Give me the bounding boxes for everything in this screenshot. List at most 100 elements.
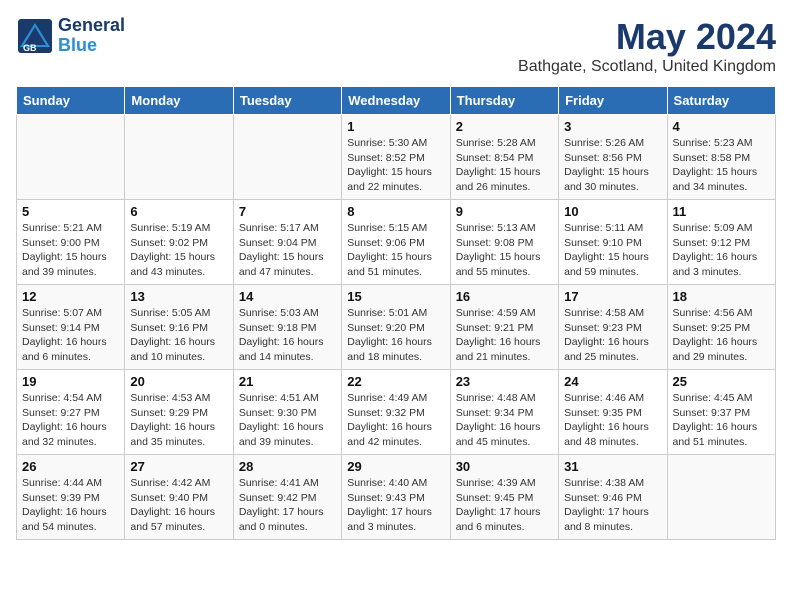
day-number: 19 <box>22 374 119 389</box>
calendar-cell <box>125 115 233 200</box>
day-info: Sunrise: 4:40 AM Sunset: 9:43 PM Dayligh… <box>347 476 444 535</box>
calendar-cell: 3Sunrise: 5:26 AM Sunset: 8:56 PM Daylig… <box>559 115 667 200</box>
day-info: Sunrise: 5:13 AM Sunset: 9:08 PM Dayligh… <box>456 221 553 280</box>
day-number: 31 <box>564 459 661 474</box>
day-info: Sunrise: 4:38 AM Sunset: 9:46 PM Dayligh… <box>564 476 661 535</box>
day-number: 29 <box>347 459 444 474</box>
calendar-cell: 1Sunrise: 5:30 AM Sunset: 8:52 PM Daylig… <box>342 115 450 200</box>
calendar-cell: 25 Sunrise: 4:45 AM Sunset: 9:37 PM Dayli… <box>667 370 775 455</box>
day-info: Sunrise: 5:09 AM Sunset: 9:12 PM Dayligh… <box>673 221 770 280</box>
header-day-sunday: Sunday <box>17 87 125 115</box>
day-number: 25 <box>673 374 770 389</box>
day-info: Sunrise: 5:11 AM Sunset: 9:10 PM Dayligh… <box>564 221 661 280</box>
day-number: 12 <box>22 289 119 304</box>
header-day-monday: Monday <box>125 87 233 115</box>
day-number: 5 <box>22 204 119 219</box>
day-number: 9 <box>456 204 553 219</box>
page-header: GB General Blue May 2024 Bathgate, Scotl… <box>16 16 776 76</box>
day-number: 1 <box>347 119 444 134</box>
day-number: 11 <box>673 204 770 219</box>
day-number: 18 <box>673 289 770 304</box>
calendar-cell: 4 Sunrise: 5:23 AM Sunset: 8:58 PM Daylig… <box>667 115 775 200</box>
day-number: 23 <box>456 374 553 389</box>
day-info: Sunrise: 5:15 AM Sunset: 9:06 PM Dayligh… <box>347 221 444 280</box>
calendar-row: 1Sunrise: 5:30 AM Sunset: 8:52 PM Daylig… <box>17 115 776 200</box>
calendar-cell <box>233 115 341 200</box>
calendar-cell: 24Sunrise: 4:46 AM Sunset: 9:35 PM Dayli… <box>559 370 667 455</box>
day-number: 20 <box>130 374 227 389</box>
calendar-cell: 6 Sunrise: 5:19 AM Sunset: 9:02 PM Daylig… <box>125 200 233 285</box>
day-number: 28 <box>239 459 336 474</box>
logo: GB General Blue <box>16 16 125 56</box>
calendar-cell: 31 Sunrise: 4:38 AM Sunset: 9:46 PM Dayli… <box>559 455 667 540</box>
calendar-cell: 29 Sunrise: 4:40 AM Sunset: 9:43 PM Dayli… <box>342 455 450 540</box>
calendar-cell: 16 Sunrise: 4:59 AM Sunset: 9:21 PM Dayli… <box>450 285 558 370</box>
day-info: Sunrise: 4:51 AM Sunset: 9:30 PM Dayligh… <box>239 391 336 450</box>
day-info: Sunrise: 4:44 AM Sunset: 9:39 PM Dayligh… <box>22 476 119 535</box>
header-day-thursday: Thursday <box>450 87 558 115</box>
calendar-cell: 2Sunrise: 5:28 AM Sunset: 8:54 PM Daylig… <box>450 115 558 200</box>
day-info: Sunrise: 5:01 AM Sunset: 9:20 PM Dayligh… <box>347 306 444 365</box>
calendar-cell: 7Sunrise: 5:17 AM Sunset: 9:04 PM Daylig… <box>233 200 341 285</box>
calendar-row: 26Sunrise: 4:44 AM Sunset: 9:39 PM Dayli… <box>17 455 776 540</box>
day-number: 22 <box>347 374 444 389</box>
calendar-cell <box>667 455 775 540</box>
day-info: Sunrise: 5:19 AM Sunset: 9:02 PM Dayligh… <box>130 221 227 280</box>
day-number: 14 <box>239 289 336 304</box>
day-number: 6 <box>130 204 227 219</box>
day-number: 16 <box>456 289 553 304</box>
calendar-body: 1Sunrise: 5:30 AM Sunset: 8:52 PM Daylig… <box>17 115 776 540</box>
day-info: Sunrise: 5:07 AM Sunset: 9:14 PM Dayligh… <box>22 306 119 365</box>
title-area: May 2024 Bathgate, Scotland, United King… <box>518 16 776 76</box>
day-info: Sunrise: 5:28 AM Sunset: 8:54 PM Dayligh… <box>456 136 553 195</box>
main-title: May 2024 <box>518 16 776 58</box>
day-info: Sunrise: 4:49 AM Sunset: 9:32 PM Dayligh… <box>347 391 444 450</box>
day-number: 15 <box>347 289 444 304</box>
calendar-table: SundayMondayTuesdayWednesdayThursdayFrid… <box>16 86 776 540</box>
logo-line1: General <box>58 16 125 36</box>
logo-icon: GB <box>16 17 54 55</box>
day-info: Sunrise: 4:59 AM Sunset: 9:21 PM Dayligh… <box>456 306 553 365</box>
calendar-row: 19 Sunrise: 4:54 AM Sunset: 9:27 PM Dayli… <box>17 370 776 455</box>
calendar-cell: 12 Sunrise: 5:07 AM Sunset: 9:14 PM Dayli… <box>17 285 125 370</box>
day-info: Sunrise: 4:56 AM Sunset: 9:25 PM Dayligh… <box>673 306 770 365</box>
day-number: 21 <box>239 374 336 389</box>
header-day-wednesday: Wednesday <box>342 87 450 115</box>
day-info: Sunrise: 5:23 AM Sunset: 8:58 PM Dayligh… <box>673 136 770 195</box>
calendar-cell: 30Sunrise: 4:39 AM Sunset: 9:45 PM Dayli… <box>450 455 558 540</box>
day-info: Sunrise: 4:42 AM Sunset: 9:40 PM Dayligh… <box>130 476 227 535</box>
day-info: Sunrise: 4:53 AM Sunset: 9:29 PM Dayligh… <box>130 391 227 450</box>
calendar-cell <box>17 115 125 200</box>
day-number: 24 <box>564 374 661 389</box>
day-info: Sunrise: 5:21 AM Sunset: 9:00 PM Dayligh… <box>22 221 119 280</box>
day-info: Sunrise: 5:05 AM Sunset: 9:16 PM Dayligh… <box>130 306 227 365</box>
day-number: 10 <box>564 204 661 219</box>
day-number: 27 <box>130 459 227 474</box>
calendar-cell: 17 Sunrise: 4:58 AM Sunset: 9:23 PM Dayli… <box>559 285 667 370</box>
day-number: 17 <box>564 289 661 304</box>
calendar-row: 5 Sunrise: 5:21 AM Sunset: 9:00 PM Daylig… <box>17 200 776 285</box>
calendar-cell: 26Sunrise: 4:44 AM Sunset: 9:39 PM Dayli… <box>17 455 125 540</box>
day-info: Sunrise: 5:26 AM Sunset: 8:56 PM Dayligh… <box>564 136 661 195</box>
calendar-cell: 5 Sunrise: 5:21 AM Sunset: 9:00 PM Daylig… <box>17 200 125 285</box>
calendar-cell: 21 Sunrise: 4:51 AM Sunset: 9:30 PM Dayli… <box>233 370 341 455</box>
logo-line2: Blue <box>58 36 125 56</box>
calendar-row: 12 Sunrise: 5:07 AM Sunset: 9:14 PM Dayli… <box>17 285 776 370</box>
calendar-cell: 18 Sunrise: 4:56 AM Sunset: 9:25 PM Dayli… <box>667 285 775 370</box>
calendar-cell: 19 Sunrise: 4:54 AM Sunset: 9:27 PM Dayli… <box>17 370 125 455</box>
calendar-cell: 13 Sunrise: 5:05 AM Sunset: 9:16 PM Dayli… <box>125 285 233 370</box>
calendar-cell: 14Sunrise: 5:03 AM Sunset: 9:18 PM Dayli… <box>233 285 341 370</box>
calendar-cell: 22 Sunrise: 4:49 AM Sunset: 9:32 PM Dayli… <box>342 370 450 455</box>
header-row: SundayMondayTuesdayWednesdayThursdayFrid… <box>17 87 776 115</box>
day-info: Sunrise: 4:45 AM Sunset: 9:37 PM Dayligh… <box>673 391 770 450</box>
day-number: 7 <box>239 204 336 219</box>
day-number: 13 <box>130 289 227 304</box>
day-info: Sunrise: 4:58 AM Sunset: 9:23 PM Dayligh… <box>564 306 661 365</box>
day-info: Sunrise: 4:41 AM Sunset: 9:42 PM Dayligh… <box>239 476 336 535</box>
day-number: 4 <box>673 119 770 134</box>
calendar-cell: 28 Sunrise: 4:41 AM Sunset: 9:42 PM Dayli… <box>233 455 341 540</box>
subtitle: Bathgate, Scotland, United Kingdom <box>518 58 776 76</box>
calendar-cell: 8Sunrise: 5:15 AM Sunset: 9:06 PM Daylig… <box>342 200 450 285</box>
calendar-cell: 11 Sunrise: 5:09 AM Sunset: 9:12 PM Dayli… <box>667 200 775 285</box>
day-info: Sunrise: 4:54 AM Sunset: 9:27 PM Dayligh… <box>22 391 119 450</box>
